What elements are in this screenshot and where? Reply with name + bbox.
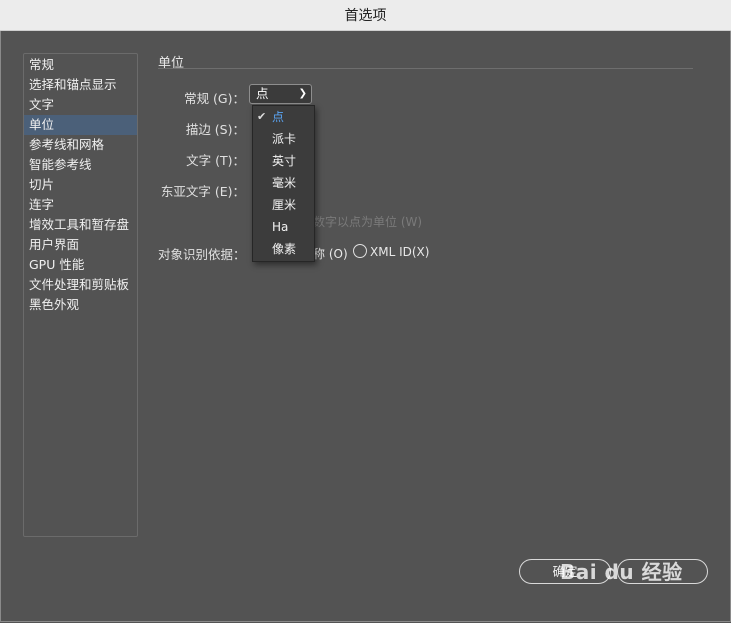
dropdown-option-centimeters[interactable]: 厘米: [253, 194, 314, 216]
sidebar-item-type[interactable]: 文字: [24, 95, 137, 115]
sidebar-item-file-handling-clipboard[interactable]: 文件处理和剪贴板: [24, 275, 137, 295]
sidebar-item-user-interface[interactable]: 用户界面: [24, 235, 137, 255]
units-dropdown-menu: ✔ 点 派卡 英寸 毫米 厘米 Ha 像素: [252, 105, 315, 262]
numbers-in-points-checkbox-label[interactable]: 数字以点为单位 (W): [313, 213, 422, 230]
general-units-label: 常规 (G)：: [184, 91, 245, 106]
sidebar-item-selection-anchor-display[interactable]: 选择和锚点显示: [24, 75, 137, 95]
general-units-value: 点: [256, 86, 269, 101]
chevron-down-icon: ❯: [298, 88, 307, 99]
general-units-select[interactable]: 点 ❯: [249, 84, 312, 104]
sidebar: 常规 选择和锚点显示 文字 单位 参考线和网格 智能参考线 切片 连字 增效工具…: [23, 53, 138, 537]
sidebar-item-hyphenation[interactable]: 连字: [24, 195, 137, 215]
section-divider: [158, 68, 693, 69]
sidebar-item-units[interactable]: 单位: [24, 115, 137, 135]
dropdown-option-inches[interactable]: 英寸: [253, 150, 314, 172]
sidebar-item-smart-guides[interactable]: 智能参考线: [24, 155, 137, 175]
dropdown-option-picas[interactable]: 派卡: [253, 128, 314, 150]
dropdown-option-points[interactable]: 点: [253, 106, 314, 128]
asian-type-units-label: 东亚文字 (E)：: [160, 184, 245, 199]
title-bar: 首选项: [0, 0, 731, 31]
dropdown-option-millimeters[interactable]: 毫米: [253, 172, 314, 194]
dropdown-option-ha[interactable]: Ha: [253, 216, 314, 238]
sidebar-item-gpu-performance[interactable]: GPU 性能: [24, 255, 137, 275]
object-identification-label: 对象识别依据：: [158, 247, 246, 262]
sidebar-item-general[interactable]: 常规: [24, 55, 137, 75]
sidebar-item-guides-grid[interactable]: 参考线和网格: [24, 135, 137, 155]
xml-id-radio-label[interactable]: XML ID(X): [370, 245, 429, 259]
dropdown-option-pixels[interactable]: 像素: [253, 238, 314, 260]
sidebar-item-appearance-of-black[interactable]: 黑色外观: [24, 295, 137, 315]
sidebar-item-slices[interactable]: 切片: [24, 175, 137, 195]
stroke-units-label: 描边 (S)：: [185, 122, 245, 137]
xml-id-radio[interactable]: [353, 244, 367, 258]
sidebar-item-plugins-scratch-disks[interactable]: 增效工具和暂存盘: [24, 215, 137, 235]
type-units-label: 文字 (T)：: [186, 153, 245, 168]
window-title: 首选项: [344, 8, 387, 24]
baidu-watermark: Bai du 经验: [560, 560, 683, 584]
object-name-radio-label[interactable]: 称 (O): [313, 245, 348, 262]
